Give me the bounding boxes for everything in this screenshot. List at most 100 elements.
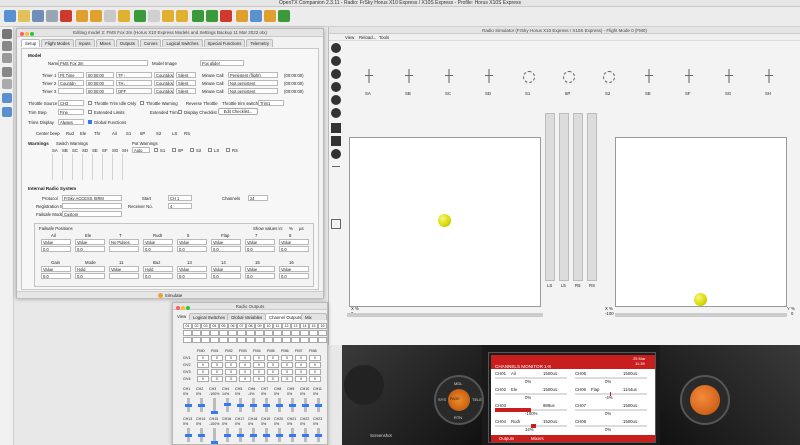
- insert-model-icon[interactable]: [206, 10, 218, 22]
- failsafe-value-input[interactable]: 0.0: [245, 273, 275, 279]
- toggle-switch[interactable]: [405, 69, 413, 87]
- show-values-us[interactable]: µs: [299, 226, 304, 231]
- pot-knob[interactable]: [603, 71, 615, 83]
- failsafe-value-input[interactable]: 0.0: [211, 273, 241, 279]
- timer-name-input[interactable]: [58, 88, 84, 94]
- failsafe-mode-select[interactable]: Hold: [143, 266, 173, 272]
- failsafe-mode-select[interactable]: Value: [41, 266, 71, 272]
- telemetry-widget-icon[interactable]: [331, 82, 341, 92]
- right-stick-pad[interactable]: [615, 137, 787, 307]
- timer-persist-select[interactable]: Not persistent: [228, 80, 278, 86]
- lock-widget-icon[interactable]: [331, 136, 341, 146]
- failsafe-mode-select[interactable]: No Pulses: [109, 239, 139, 245]
- timer-value-input[interactable]: 00:00:00: [86, 72, 114, 78]
- edit-model-icon[interactable]: [90, 10, 102, 22]
- right-x-trim[interactable]: [615, 313, 787, 317]
- left-stick-ball[interactable]: [438, 214, 451, 227]
- channel-slider-thumb[interactable]: [211, 411, 218, 414]
- channel-slider-thumb[interactable]: [263, 404, 270, 407]
- delete-model-icon[interactable]: [220, 10, 232, 22]
- save-as-icon[interactable]: [46, 10, 58, 22]
- menu-reload[interactable]: Reload...: [359, 35, 376, 40]
- tele-button-label[interactable]: TELE: [472, 397, 482, 402]
- radio-widget-icon[interactable]: [331, 43, 341, 53]
- switch-warning-grid[interactable]: [52, 154, 132, 180]
- center-beep-item[interactable]: RS: [184, 131, 190, 136]
- protocol-select[interactable]: FrSky ACCESS ISRM: [62, 195, 122, 201]
- failsafe-value-input[interactable]: 0.0: [279, 273, 309, 279]
- failsafe-value-input[interactable]: 0.0: [177, 273, 207, 279]
- center-beep-item[interactable]: S2: [156, 131, 161, 136]
- failsafe-value-input[interactable]: 0.0: [41, 246, 71, 252]
- open-icon[interactable]: [18, 10, 30, 22]
- sim-model-icon[interactable]: [278, 10, 290, 22]
- timer-switch-select[interactable]: TF↑: [116, 72, 152, 78]
- mdl-button-label[interactable]: MDL: [454, 381, 462, 386]
- wizard-icon[interactable]: [264, 10, 276, 22]
- channel-slider-thumb[interactable]: [289, 434, 296, 437]
- failsafe-mode-select[interactable]: Value: [211, 239, 241, 245]
- toggle-switch[interactable]: [725, 69, 733, 87]
- pot-warning-checkbox[interactable]: [190, 148, 194, 152]
- failsafe-value-input[interactable]: [109, 246, 139, 252]
- channel-slider-thumb[interactable]: [276, 404, 283, 407]
- failsafe-value-input[interactable]: 0.0: [177, 246, 207, 252]
- channel-slider-thumb[interactable]: [276, 434, 283, 437]
- channel-slider-thumb[interactable]: [237, 404, 244, 407]
- global-functions-checkbox[interactable]: [88, 120, 92, 124]
- failsafe-mode-select[interactable]: Value: [245, 239, 275, 245]
- model-image-select[interactable]: Fox glider: [200, 60, 244, 66]
- display-checklist-checkbox[interactable]: [178, 110, 182, 114]
- trim-step-select[interactable]: Fine: [58, 109, 84, 115]
- scroll-wheel[interactable]: [690, 385, 720, 415]
- channel-slider-thumb[interactable]: [250, 404, 257, 408]
- tab-logical-switches[interactable]: Logical Switches: [162, 39, 203, 47]
- failsafe-mode-select[interactable]: Value: [41, 239, 71, 245]
- tab-channel-outputs[interactable]: Channel Outputs: [265, 313, 306, 320]
- toggle-switch[interactable]: [765, 69, 773, 87]
- tab-setup[interactable]: Setup: [21, 39, 41, 47]
- timer-beep-select[interactable]: Silent: [176, 72, 196, 78]
- channel-slider-thumb[interactable]: [315, 404, 322, 407]
- minimize-window-button[interactable]: [25, 32, 29, 36]
- tab-mixes[interactable]: Mixes: [95, 39, 115, 47]
- restore-icon[interactable]: [2, 79, 12, 89]
- channel-slider-thumb[interactable]: [302, 434, 309, 437]
- toggle-switch[interactable]: [365, 69, 373, 87]
- timer-name-input[interactable]: Flt Time: [58, 72, 84, 78]
- toggle-switch[interactable]: [645, 69, 653, 87]
- center-beep-item[interactable]: Thr: [94, 131, 100, 136]
- pot-warning-mode-select[interactable]: Auto: [132, 147, 150, 153]
- channel-slider-thumb[interactable]: [263, 434, 270, 437]
- tab-special-functions[interactable]: Special Functions: [203, 39, 246, 47]
- pot-knob[interactable]: [563, 71, 575, 83]
- left-x-trim[interactable]: [347, 313, 543, 317]
- tab-mix-outputs[interactable]: Mix Outputs: [301, 313, 327, 327]
- tab-outputs[interactable]: Outputs: [115, 39, 139, 47]
- trims-display-select[interactable]: Always: [58, 119, 84, 125]
- close-icon[interactable]: [60, 10, 72, 22]
- tab-flight-modes[interactable]: Flight Modes: [41, 39, 74, 47]
- throttle-warning-checkbox[interactable]: [140, 101, 144, 105]
- tab-inputs[interactable]: Inputs: [74, 39, 95, 47]
- failsafe-mode-select[interactable]: Value: [109, 266, 139, 272]
- pot-warning-checkbox[interactable]: [154, 148, 158, 152]
- show-values-percent[interactable]: %: [289, 226, 293, 231]
- timer-value-input[interactable]: 00:00:00: [86, 80, 114, 86]
- save-icon[interactable]: [32, 10, 44, 22]
- timer-mode-select[interactable]: Countdown: [154, 80, 174, 86]
- left-stick-pad[interactable]: [349, 137, 541, 307]
- center-beep-item[interactable]: Rud: [66, 131, 74, 136]
- registration-id-input[interactable]: [62, 203, 122, 209]
- print-icon[interactable]: [148, 10, 160, 22]
- timer-switch-select[interactable]: TH↓: [116, 80, 152, 86]
- zoom-window-button[interactable]: [186, 306, 190, 310]
- slider-ls[interactable]: [545, 113, 555, 281]
- receiver-number-input[interactable]: 4: [168, 203, 192, 209]
- failsafe-value-input[interactable]: 0.0: [41, 273, 71, 279]
- screenshot-widget-icon[interactable]: [331, 123, 341, 133]
- backup-icon[interactable]: [2, 67, 12, 77]
- firmware-icon[interactable]: [2, 107, 12, 117]
- failsafe-value-input[interactable]: 0.0: [143, 273, 173, 279]
- channels-count-input[interactable]: 24: [248, 195, 268, 201]
